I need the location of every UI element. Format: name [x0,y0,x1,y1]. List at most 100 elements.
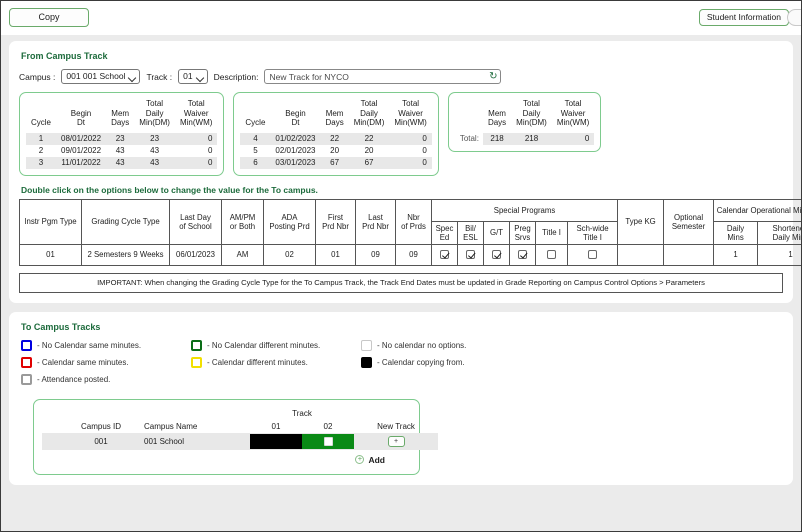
cell-instr-pgm-type[interactable]: 01 [20,244,82,265]
cell-total-waiver: 0 [175,133,217,145]
add-row[interactable]: + Add [42,455,411,465]
cell-cycle: 3 [26,157,56,169]
col-total-waiver: Total Waiver Min(WM) [389,98,431,133]
cell-total-daily: 67 [349,157,390,169]
swatch-calendar-copying-from [361,357,372,368]
track-header-row: Campus ID Campus Name 01 02 New Track [42,420,438,433]
cell-mem-days: 22 [320,133,348,145]
col-total-spacer [455,98,483,133]
col-optional-semester: Optional Semester [664,199,714,244]
track-02-swatch-no-calendar-different-minutes[interactable] [302,434,354,449]
col-campus-id: Campus ID [62,420,140,433]
col-ada-posting-prd: ADA Posting Prd [264,199,316,244]
cell-am-pm-or-both[interactable]: AM [222,244,264,265]
cell-mem-days: 43 [106,145,134,157]
campus-select[interactable]: 001 001 School [61,69,140,84]
plus-circle-icon: + [355,455,364,464]
cell-track-02[interactable] [302,433,354,450]
cell-rowmark [42,433,62,450]
cell-ada-posting-prd[interactable]: 02 [264,244,316,265]
col-spec-ed: Spec Ed [432,221,458,244]
col-total-waiver: Total Waiver Min(WM) [175,98,217,133]
add-label[interactable]: Add [368,455,385,465]
sch-wide-title-i-checkbox[interactable] [588,250,597,259]
cycle-box-totals: Mem Days Total Daily Min(DM) Total Waive… [448,92,601,152]
offscreen-edge-button[interactable] [787,9,802,26]
cell-optional-semester[interactable] [664,244,714,265]
copy-track-page: Copy Student Information From Campus Tra… [0,0,802,532]
to-campus-tracks-title: To Campus Tracks [21,322,783,332]
col-sch-wide-title-i: Sch-wide Title I [568,221,618,244]
table-row-totals: Total: 218 218 0 [455,133,594,145]
cell-preg-srvs[interactable] [510,244,536,265]
col-preg-srvs: Preg Srvs [510,221,536,244]
cell-sch-wide-title-i[interactable] [568,244,618,265]
cell-type-kg[interactable] [618,244,664,265]
cell-mem-days: 20 [320,145,348,157]
title-i-checkbox[interactable] [547,250,556,259]
cell-cycle: 5 [240,145,270,157]
cell-daily-mins[interactable]: 1 [714,244,758,265]
cycle-box-right: Cycle Begin Dt Mem Days Total Daily Min(… [233,92,438,176]
cell-gt[interactable] [484,244,510,265]
cell-track-01[interactable] [250,433,302,450]
legend-item: - No Calendar different minutes. [191,340,361,351]
cell-mem-days: 67 [320,157,348,169]
col-rowmark [42,420,62,433]
cell-bil-esl[interactable] [458,244,484,265]
refresh-icon[interactable]: ↻ [489,71,497,82]
spec-ed-checkbox[interactable] [440,250,449,259]
swatch-no-calendar-same-minutes [21,340,32,351]
cell-grading-cycle-type[interactable]: 2 Semesters 9 Weeks [82,244,170,265]
cell-last-day-of-school[interactable]: 06/01/2023 [170,244,222,265]
col-total-daily: Total Daily Min(DM) [134,98,175,133]
col-instr-pgm-type: Instr Pgm Type [20,199,82,244]
table-row: 4 01/02/2023 22 22 0 [240,133,431,145]
cell-title-i[interactable] [536,244,568,265]
cell-spec-ed[interactable] [432,244,458,265]
preg-srvs-checkbox[interactable] [518,250,527,259]
col-spacer [42,407,62,420]
legend-column-2: - No Calendar different minutes. - Calen… [191,340,361,391]
options-group-header-row: Instr Pgm Type Grading Cycle Type Last D… [20,199,802,221]
gt-checkbox[interactable] [492,250,501,259]
track-01-swatch-calendar-copying-from[interactable] [250,434,302,449]
cell-cycle: 1 [26,133,56,145]
group-track: Track [250,407,354,420]
bil-esl-checkbox[interactable] [466,250,475,259]
swatch-attendance-posted [21,374,32,385]
student-information-button[interactable]: Student Information [699,9,789,26]
description-input[interactable] [264,69,501,84]
cell-total-daily: 43 [134,145,175,157]
cell-total-waiver: 0 [389,157,431,169]
cell-begin-dt: 02/01/2023 [270,145,320,157]
top-toolbar: Copy Student Information [1,1,801,35]
track-label: Track : [146,72,172,82]
cell-total-waiver: 0 [175,145,217,157]
table-header-row: Mem Days Total Daily Min(DM) Total Waive… [455,98,594,133]
copy-button[interactable]: Copy [9,8,89,27]
totals-label: Total: [455,133,483,145]
cell-last-prd-nbr[interactable]: 09 [356,244,396,265]
cell-shortened-daily-mins[interactable]: 1 [758,244,802,265]
legend-column-3: - No calendar no options. - Calendar cop… [361,340,466,391]
legend-label: - Attendance posted. [37,375,110,384]
group-calendar-operational-minutes: Calendar Operational Minutes [714,199,802,221]
table-row: 001 001 School + [42,433,438,450]
track-select[interactable]: 01 [178,69,207,84]
cycle-totals-table: Mem Days Total Daily Min(DM) Total Waive… [455,98,594,145]
col-spacer-4 [354,407,438,420]
cell-nbr-of-prds[interactable]: 09 [396,244,432,265]
cell-begin-dt: 11/01/2022 [56,157,106,169]
col-grading-cycle-type: Grading Cycle Type [82,199,170,244]
new-track-add-button[interactable]: + [388,436,405,447]
cell-mem-days: 23 [106,133,134,145]
important-note: IMPORTANT: When changing the Grading Cyc… [19,273,783,293]
cell-total-daily: 23 [134,133,175,145]
totals-mem-days: 218 [483,133,511,145]
col-daily-mins: Daily Mins [714,221,758,244]
legend-label: - Calendar copying from. [377,358,465,367]
description-field-wrap: ↻ [264,69,501,84]
cell-new-track[interactable]: + [354,433,438,450]
cell-first-prd-nbr[interactable]: 01 [316,244,356,265]
